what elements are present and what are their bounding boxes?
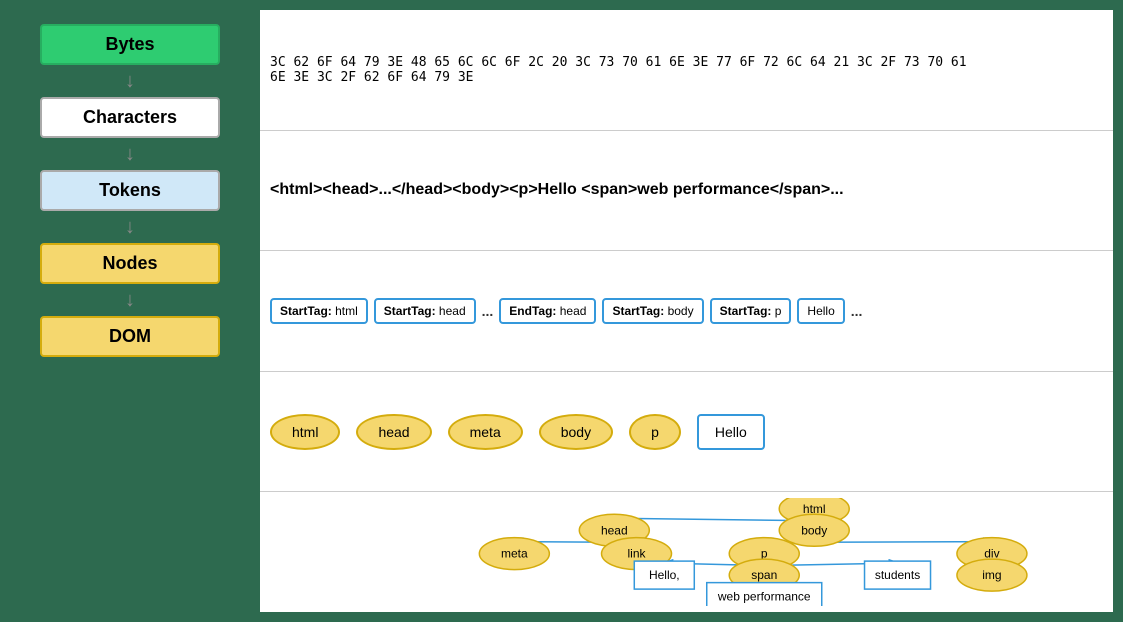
dom-node-label-webperf: web performance [717, 590, 811, 604]
tokens-label: Tokens [99, 180, 161, 200]
node-html: html [270, 414, 340, 450]
dom-node-webperf: web performance [707, 583, 822, 606]
token-type-label: StartTag: [280, 304, 332, 318]
bytes-hex: 3C 62 6F 64 79 3E 48 65 6C 6C 6F 2C 20 3… [270, 55, 967, 85]
token-starttag-head: StartTag: head [374, 298, 476, 324]
nodes-label: Nodes [102, 253, 157, 273]
arrow-tokens-nodes: ↓ [125, 217, 135, 237]
content-area: 3C 62 6F 64 79 3E 48 65 6C 6C 6F 2C 20 3… [250, 10, 1113, 612]
dom-node-label-span: span [751, 568, 777, 582]
node-head: head [356, 414, 431, 450]
token-type-label: EndTag: [509, 304, 556, 318]
token-value: body [668, 304, 694, 318]
dom-node-img: img [957, 559, 1027, 591]
nodes-section: html head meta bodyp Hello [260, 372, 1113, 493]
dom-node-label-meta: meta [501, 547, 528, 561]
bytes-label: Bytes [105, 34, 154, 54]
node-p: p [629, 414, 681, 450]
token-starttag-body: StartTag: body [602, 298, 703, 324]
token-type-label: StartTag: [612, 304, 664, 318]
token-value: head [439, 304, 466, 318]
characters-text: <html><head>...</head><body><p>Hello <sp… [270, 181, 844, 199]
dom-node-body: body [779, 515, 849, 547]
dom-node-hello: Hello, [634, 561, 694, 589]
edge-body-div [814, 542, 992, 543]
dom-node-meta: meta [479, 538, 549, 570]
bytes-box: Bytes [40, 24, 220, 65]
characters-box: Characters [40, 97, 220, 138]
characters-section: <html><head>...</head><body><p>Hello <sp… [260, 131, 1113, 252]
token-value: html [335, 304, 358, 318]
dom-label: DOM [109, 326, 151, 346]
token-type-label: StartTag: [720, 304, 772, 318]
token-ellipsis: ... [482, 303, 494, 319]
dom-node-label-hello: Hello, [649, 568, 680, 582]
characters-label: Characters [83, 107, 177, 127]
token-endtag-head: EndTag: head [499, 298, 596, 324]
arrow-bytes-chars: ↓ [125, 71, 135, 91]
pipeline: Bytes ↓ Characters ↓ Tokens ↓ Nodes ↓ DO… [10, 10, 250, 612]
token-starttag-html: StartTag: html [270, 298, 368, 324]
edge-html-head [614, 519, 814, 521]
tokens-section: StartTag: htmlStartTag: head...EndTag: h… [260, 251, 1113, 372]
tokens-box: Tokens [40, 170, 220, 211]
node-hello: Hello [697, 414, 765, 450]
arrow-nodes-dom: ↓ [125, 290, 135, 310]
dom-node-label-img: img [982, 568, 1001, 582]
nodes-box: Nodes [40, 243, 220, 284]
dom-box: DOM [40, 316, 220, 357]
token-value: p [775, 304, 782, 318]
bytes-section: 3C 62 6F 64 79 3E 48 65 6C 6C 6F 2C 20 3… [260, 10, 1113, 131]
dom-node-label-head: head [601, 524, 628, 538]
token-value: head [560, 304, 587, 318]
dom-node-label-students: students [875, 568, 920, 582]
token-ellipsis: ... [851, 303, 863, 319]
dom-tree-svg: htmlheadbodymetalinkpdivHello,spanstuden… [270, 498, 1103, 606]
node-body: body [539, 414, 613, 450]
dom-node-label-link: link [628, 547, 647, 561]
dom-section: htmlheadbodymetalinkpdivHello,spanstuden… [260, 492, 1113, 612]
dom-node-label-body: body [801, 524, 827, 538]
node-meta: meta [448, 414, 523, 450]
token-starttag-p: StartTag: p [710, 298, 792, 324]
arrow-chars-tokens: ↓ [125, 144, 135, 164]
token-text: Hello [797, 298, 844, 324]
token-type-label: StartTag: [384, 304, 436, 318]
dom-node-students: students [865, 561, 931, 589]
